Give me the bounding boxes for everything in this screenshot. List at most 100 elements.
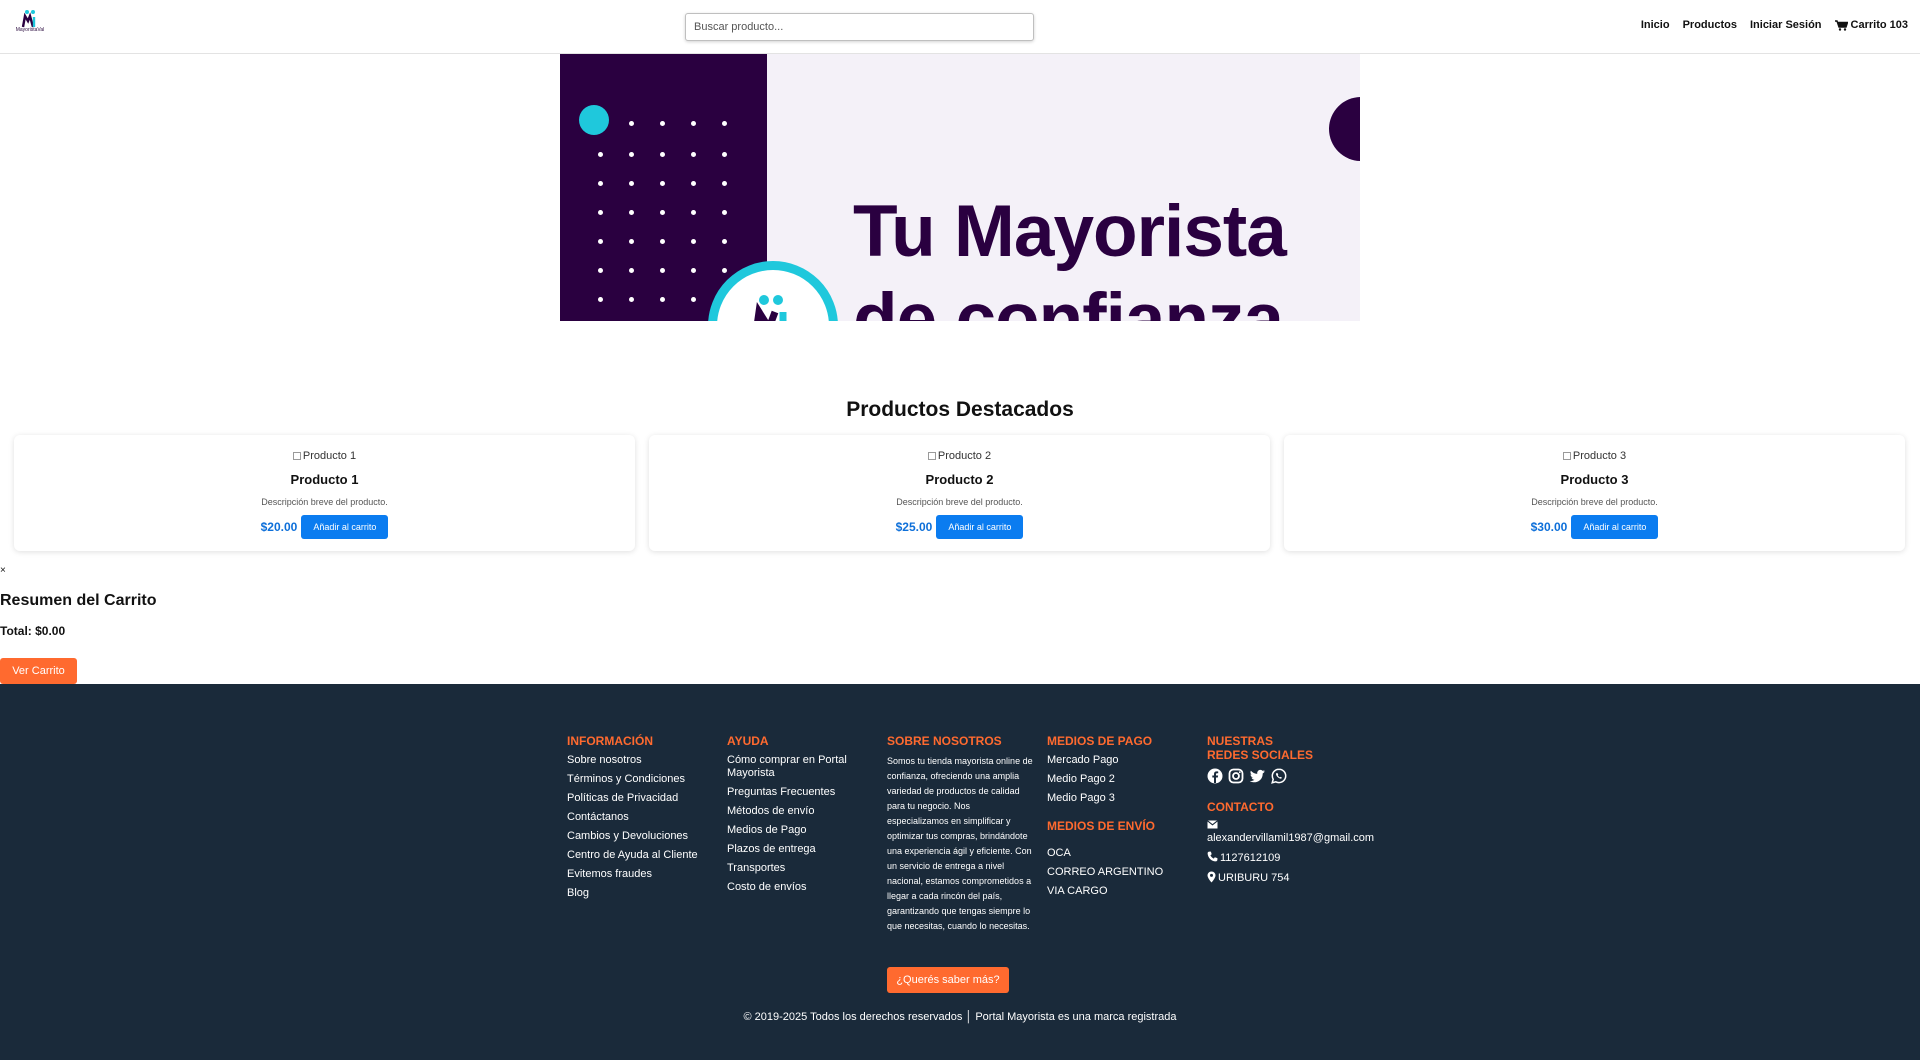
featured-title: Productos Destacados	[846, 398, 1074, 421]
banner-dot	[660, 181, 665, 186]
add-to-cart-button[interactable]: Añadir al carrito	[1571, 515, 1659, 539]
product-image-alt: Producto 2	[937, 450, 992, 462]
footer-link-correo-argentino[interactable]: CORREO ARGENTINO	[1047, 866, 1197, 879]
banner-dot	[660, 297, 665, 302]
footer-link-cambios[interactable]: Cambios y Devoluciones	[567, 830, 717, 843]
footer-link-centro-ayuda[interactable]: Centro de Ayuda al Cliente	[567, 849, 717, 862]
footer-link-medios-pago[interactable]: Medios de Pago	[727, 824, 877, 837]
search-input[interactable]	[685, 13, 1034, 41]
footer-about-text: Somos tu tienda mayorista online de conf…	[887, 756, 1033, 931]
contact-phone-text: 1127612109	[1220, 852, 1281, 864]
product-name: Producto 3	[1560, 472, 1629, 487]
banner-dot	[629, 268, 634, 273]
add-to-cart-button[interactable]: Añadir al carrito	[936, 515, 1024, 539]
footer-link-costo-envios[interactable]: Costo de envíos	[727, 881, 877, 894]
footer-link-medio-pago-2[interactable]: Medio Pago 2	[1047, 773, 1197, 786]
banner-dot	[598, 297, 603, 302]
banner-dot	[691, 181, 696, 186]
banner-dot	[598, 152, 603, 157]
footer-link-plazos[interactable]: Plazos de entrega	[727, 843, 877, 856]
add-to-cart-button[interactable]: Añadir al carrito	[301, 515, 389, 539]
banner-dot	[722, 181, 727, 186]
banner-title-line1: Tu Mayorista	[853, 191, 1287, 272]
banner-title: Tu Mayorista de confianza	[853, 188, 1287, 321]
product-card: Producto 2 Producto 2 Descripción breve …	[649, 435, 1270, 551]
view-cart-button[interactable]: Ver Carrito	[0, 658, 77, 684]
banner-dot	[598, 210, 603, 215]
banner-dot	[629, 239, 634, 244]
banner-dot	[691, 152, 696, 157]
banner-dot	[629, 181, 634, 186]
footer-link-faq[interactable]: Preguntas Frecuentes	[727, 786, 877, 799]
banner-dot	[691, 121, 696, 126]
site-footer: INFORMACIÓN Sobre nosotros Términos y Co…	[0, 684, 1920, 1060]
site-header: MayoristaVal Inicio Productos Iniciar Se…	[0, 0, 1920, 54]
nav-cart[interactable]: Carrito 103	[1834, 19, 1908, 31]
footer-link-via-cargo[interactable]: VIA CARGO	[1047, 885, 1197, 898]
site-logo[interactable]: MayoristaVal	[14, 9, 46, 35]
cart-close-button[interactable]: ×	[0, 565, 6, 576]
banner-dot	[691, 297, 696, 302]
contact-email[interactable]: alexandervillamil1987@gmail.com	[1207, 820, 1382, 845]
banner-purple-circle	[1329, 97, 1360, 161]
whatsapp-icon[interactable]	[1271, 768, 1287, 784]
footer-link-mercado-pago[interactable]: Mercado Pago	[1047, 754, 1197, 767]
footer-info-column: INFORMACIÓN Sobre nosotros Términos y Co…	[567, 734, 717, 906]
main-nav: Inicio Productos Iniciar Sesión Carrito …	[1641, 19, 1908, 31]
hero-banner: Tu Mayorista de confianza	[560, 54, 1360, 321]
contact-address[interactable]: URIBURU 754	[1207, 871, 1382, 885]
footer-link-medio-pago-3[interactable]: Medio Pago 3	[1047, 792, 1197, 805]
banner-logo-icon	[754, 295, 787, 321]
featured-products: Producto 1 Producto 1 Descripción breve …	[14, 435, 1906, 551]
banner-dot	[660, 239, 665, 244]
footer-link-oca[interactable]: OCA	[1047, 847, 1197, 860]
contact-email-text: alexandervillamil1987@gmail.com	[1207, 832, 1375, 844]
footer-link-sobre-nosotros[interactable]: Sobre nosotros	[567, 754, 717, 767]
facebook-icon[interactable]	[1207, 768, 1223, 784]
cart-icon	[1834, 19, 1848, 31]
twitter-icon[interactable]	[1249, 768, 1266, 784]
product-price: $30.00	[1530, 520, 1568, 534]
nav-iniciar-sesion[interactable]: Iniciar Sesión	[1750, 19, 1822, 31]
product-image-alt: Producto 3	[1572, 450, 1627, 462]
footer-link-contactanos[interactable]: Contáctanos	[567, 811, 717, 824]
banner-dot	[598, 239, 603, 244]
footer-link-metodos-envio[interactable]: Métodos de envío	[727, 805, 877, 818]
cart-summary-title: Resumen del Carrito	[0, 592, 157, 609]
footer-link-privacidad[interactable]: Políticas de Privacidad	[567, 792, 717, 805]
logo-text: MayoristaVal	[15, 27, 45, 33]
banner-dot	[691, 210, 696, 215]
footer-link-blog[interactable]: Blog	[567, 887, 717, 900]
learn-more-button[interactable]: ¿Querés saber más?	[887, 967, 1009, 993]
nav-productos[interactable]: Productos	[1683, 19, 1737, 31]
footer-about-title: SOBRE NOSOTROS	[887, 734, 1002, 748]
broken-image-icon	[1562, 452, 1571, 460]
cart-label: Carrito 103	[1850, 19, 1908, 31]
banner-dot	[629, 297, 634, 302]
footer-info-title: INFORMACIÓN	[567, 734, 653, 748]
instagram-icon[interactable]	[1228, 768, 1244, 784]
banner-dot	[629, 152, 634, 157]
footer-help-column: AYUDA Cómo comprar en Portal Mayorista P…	[727, 734, 877, 900]
envelope-icon	[1207, 820, 1218, 829]
footer-link-como-comprar[interactable]: Cómo comprar en Portal Mayorista	[727, 754, 877, 780]
nav-inicio[interactable]: Inicio	[1641, 19, 1670, 31]
footer-shipping-title: MEDIOS DE ENVÍO	[1047, 819, 1156, 833]
product-description: Descripción breve del producto.	[1531, 497, 1658, 507]
banner-dot	[722, 239, 727, 244]
footer-link-transportes[interactable]: Transportes	[727, 862, 877, 875]
product-price: $20.00	[260, 520, 298, 534]
product-description: Descripción breve del producto.	[896, 497, 1023, 507]
footer-link-fraudes[interactable]: Evitemos fraudes	[567, 868, 717, 881]
logo-icon	[21, 10, 36, 28]
banner-dot	[660, 121, 665, 126]
product-image-alt: Producto 1	[302, 450, 357, 462]
banner-title-line2: de confianza	[853, 279, 1284, 321]
banner-cyan-circle	[579, 105, 609, 135]
footer-social-title: NUESTRAS REDES SOCIALES	[1207, 734, 1314, 762]
footer-link-terminos[interactable]: Términos y Condiciones	[567, 773, 717, 786]
broken-image-icon	[927, 452, 936, 460]
footer-copyright: © 2019-2025 Todos los derechos reservado…	[743, 1011, 1177, 1023]
banner-dot	[660, 268, 665, 273]
contact-phone[interactable]: 1127612109	[1207, 851, 1382, 865]
